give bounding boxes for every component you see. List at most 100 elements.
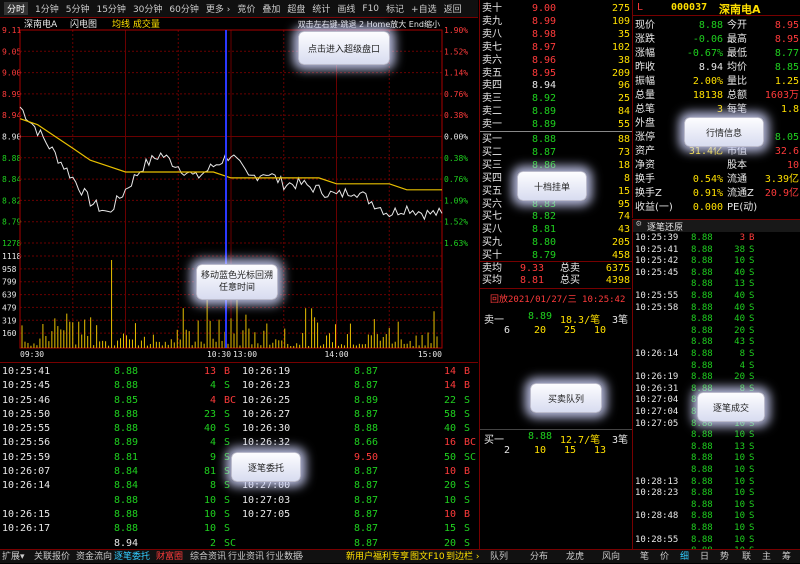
info-label-2: PE(动)	[727, 202, 758, 213]
pct-tick-label: 0.00%	[444, 133, 468, 142]
deal-direction: S	[749, 523, 755, 533]
ask-level-row[interactable]: 卖八 8.98 35	[480, 28, 632, 42]
bottom-right-tab-9[interactable]: 联	[742, 550, 751, 564]
ask-level-row[interactable]: 卖九 8.99 109	[480, 15, 632, 29]
tick-time: 10:26:27	[242, 408, 291, 420]
tick-direction: S	[464, 480, 471, 492]
bid-level-row[interactable]: 买九 8.80 205	[480, 236, 632, 250]
bottom-right-tab-11[interactable]: 筹	[782, 550, 791, 564]
bid-level-row[interactable]: 买七 8.82 74	[480, 210, 632, 224]
bid-level-row[interactable]: 买八 8.81 43	[480, 223, 632, 237]
deal-direction: S	[749, 430, 755, 441]
toolbar-item-4[interactable]: 30分钟	[133, 2, 162, 15]
toolbar-item-15[interactable]: 返回	[444, 2, 462, 15]
info-value-2: 1.25	[774, 76, 799, 87]
ask-level-row[interactable]: 卖三 8.92 25	[480, 92, 632, 106]
tick-price: 8.88	[114, 408, 139, 420]
tick-direction: S	[464, 394, 471, 406]
tick-price: 8.87	[354, 380, 379, 392]
quote-info-row: 换手Z 0.91% 流通Z 20.9亿	[633, 187, 800, 201]
bottom-tab-6[interactable]: 行业资讯	[228, 550, 264, 564]
super-panel-callout[interactable]: 点击进入超级盘口	[298, 31, 390, 65]
info-value: 31.4亿	[688, 146, 723, 157]
deal-time: 10:27:04	[635, 407, 679, 417]
toolbar-item-6[interactable]: 更多 ›	[206, 2, 230, 15]
pct-tick-label: 0.76%	[444, 90, 468, 99]
stock-code: 000037	[671, 2, 708, 13]
deal-time: 10:26:14	[635, 349, 679, 359]
bottom-right-tab-8[interactable]: 势	[720, 550, 729, 564]
bottom-mid-tab-2[interactable]: 到边栏 ›	[446, 550, 479, 564]
toolbar-item-12[interactable]: F10	[362, 4, 379, 14]
tick-time: 10:26:07	[2, 466, 51, 478]
tick-direction: B	[464, 366, 471, 377]
toolbar-item-9[interactable]: 超盘	[287, 2, 305, 15]
bottom-tab-0[interactable]: 扩展▾	[2, 550, 25, 564]
info-value-2: 20.9亿	[764, 188, 799, 199]
deal-direction: S	[749, 511, 755, 522]
bottom-right-tab-5[interactable]: 价	[660, 550, 669, 564]
toolbar-item-8[interactable]: 叠加	[262, 2, 280, 15]
bottom-mid-tab-0[interactable]: 新用户福利专享	[346, 550, 409, 564]
order-book-callout: 十档挂单	[517, 171, 587, 201]
bid-level-row[interactable]: 买一 8.88 88	[480, 133, 632, 147]
deal-direction: S	[749, 441, 755, 452]
bottom-tab-3[interactable]: 逐笔委托	[114, 550, 150, 564]
time-tick-label: 13:00	[233, 350, 257, 359]
ask-level-row[interactable]: 卖二 8.89 84	[480, 105, 632, 119]
tick-right-row: 10:26:30 8.88 40 S	[242, 422, 480, 436]
toolbar-item-10[interactable]: 统计	[312, 2, 330, 15]
toolbar-item-11[interactable]: 画线	[337, 2, 355, 15]
bid-level-row[interactable]: 买二 8.87 73	[480, 146, 632, 160]
deal-row: 8.88 4 S	[633, 361, 800, 373]
bottom-right-tab-0[interactable]: 队列	[490, 550, 508, 564]
level-label: 买一	[482, 134, 502, 145]
intraday-chart-svg[interactable]: 9.11 9.05 9.00 8.99 8.94 8.90 8.88 8.84 8.82 8.79…	[0, 18, 478, 360]
ask-level-row[interactable]: 卖一 8.89 55	[480, 118, 632, 132]
queue-buy-price: 8.88	[528, 431, 553, 442]
ask-level-row[interactable]: 卖四 8.94 96	[480, 79, 632, 93]
deal-row: 10:28:55 8.88 10 S	[633, 535, 800, 547]
bottom-right-tab-6[interactable]: 细	[680, 550, 689, 564]
bottom-tab-2[interactable]: 资金流向	[76, 550, 112, 564]
deal-settings-icon[interactable]: ⚙	[636, 219, 641, 229]
chart-mode[interactable]: 闪电图	[70, 18, 97, 30]
info-label-2: 今开	[727, 20, 747, 31]
bottom-right-tab-2[interactable]: 龙虎	[566, 550, 584, 564]
deal-direction: S	[749, 314, 755, 325]
bottom-right-tab-3[interactable]: 风向	[602, 550, 620, 564]
bottom-tab-4[interactable]: 财富圈	[156, 550, 183, 564]
tick-direction: S	[224, 423, 231, 435]
bottom-right-tab-10[interactable]: 主	[762, 550, 771, 564]
volume-tick-label: 160	[2, 329, 17, 338]
deal-callout: 逐笔成交	[697, 392, 765, 422]
toolbar-item-14[interactable]: +自选	[411, 2, 437, 15]
bottom-tab-1[interactable]: 关联报价	[34, 550, 70, 564]
intraday-chart[interactable]: 9.11 9.05 9.00 8.99 8.94 8.90 8.88 8.84 8.82 8.79…	[0, 18, 478, 360]
toolbar-item-5[interactable]: 60分钟	[169, 2, 198, 15]
toolbar-item-0[interactable]: 分时	[4, 2, 29, 15]
level-price: 8.88	[532, 134, 557, 145]
toolbar-item-2[interactable]: 5分钟	[66, 2, 90, 15]
bottom-tab-8[interactable]: ›	[300, 550, 304, 564]
toolbar-item-3[interactable]: 15分钟	[96, 2, 125, 15]
bottom-mid-tab-1[interactable]: 图文F10	[410, 550, 445, 564]
ask-level-row[interactable]: 卖六 8.96 38	[480, 54, 632, 68]
ask-level-row[interactable]: 卖十 9.00 275	[480, 2, 632, 16]
bottom-tab-5[interactable]: 综合资讯	[190, 550, 226, 564]
ask-level-row[interactable]: 卖五 8.95 209	[480, 67, 632, 81]
info-label: 涨幅	[635, 48, 655, 59]
toolbar-item-13[interactable]: 标记	[386, 2, 404, 15]
time-tick-label: 09:30	[20, 350, 44, 359]
deal-panel[interactable]: ⚙ 逐笔还原 10:25:39 8.88 3 B 10:25:41 8.88 38 S 10:2…	[632, 219, 800, 556]
bottom-right-tab-4[interactable]: 笔	[640, 550, 649, 564]
bottom-tab-7[interactable]: 行业数据	[266, 550, 302, 564]
toolbar-item-1[interactable]: 1分钟	[35, 2, 59, 15]
bottom-right-tab-7[interactable]: 日	[700, 550, 709, 564]
bottom-right-tab-1[interactable]: 分布	[530, 550, 548, 564]
toolbar-item-7[interactable]: 竞价	[237, 2, 255, 15]
tick-price: 8.87	[354, 466, 379, 478]
tick-time: 10:27:03	[242, 494, 291, 506]
tick-volume: 10	[203, 523, 216, 535]
ask-level-row[interactable]: 卖七 8.97 102	[480, 41, 632, 55]
